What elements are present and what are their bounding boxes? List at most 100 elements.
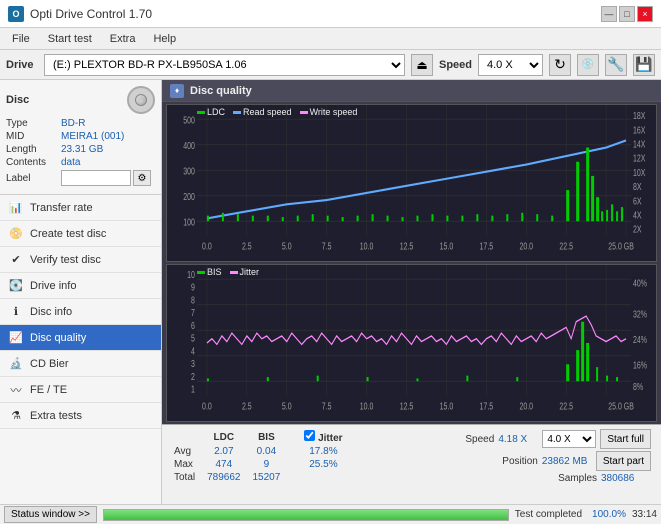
nav-disc-quality[interactable]: 📈 Disc quality [0,325,161,351]
menu-help[interactable]: Help [145,31,184,47]
stats-max-bis: 9 [247,458,287,471]
start-full-button[interactable]: Start full [600,429,651,449]
jitter-checkbox[interactable] [304,430,315,441]
disc-mid-value: MEIRA1 (001) [61,131,124,142]
stats-total-bis: 15207 [247,471,287,484]
stats-row-total: Total 789662 15207 [168,471,349,484]
ldc-legend-ldc: LDC [197,107,225,117]
stats-avg-bis: 0.04 [247,445,287,458]
minimize-button[interactable]: — [601,6,617,22]
eject-button[interactable]: ⏏ [411,54,433,76]
stats-header-jitter-label: Jitter [318,433,342,444]
svg-text:1: 1 [191,383,195,395]
stats-right-panel: Speed 4.18 X 4.0 X Start full Position 2… [465,429,655,484]
bis-legend-bis: BIS [197,267,222,277]
extra-tests-icon: ⚗ [8,408,24,424]
nav-cd-bier[interactable]: 🔬 CD Bier [0,351,161,377]
cd-bier-icon: 🔬 [8,356,24,372]
jitter-color-indicator [230,271,238,274]
stats-header-ldc: LDC [201,429,246,445]
window-controls: — □ × [601,6,653,22]
stats-header-bis: BIS [247,429,287,445]
svg-text:25.0 GB: 25.0 GB [608,240,634,252]
svg-text:8X: 8X [633,181,642,193]
svg-text:5.0: 5.0 [282,400,292,412]
menu-file[interactable]: File [4,31,38,47]
stats-panel: LDC BIS Jitter Avg 2.07 [162,424,661,504]
status-time: 33:14 [632,509,657,520]
svg-text:15.0: 15.0 [440,400,454,412]
disc-label-input[interactable] [61,170,131,186]
position-value: 23862 MB [542,456,592,467]
disc-info-panel: Disc Type BD-R MID MEIRA1 (001) Length 2… [0,80,161,195]
svg-text:10.0: 10.0 [360,240,374,252]
disc-label-label: Label [6,173,61,184]
disc-label-button[interactable]: ⚙ [133,170,151,186]
stats-max-jitter: 25.5% [298,458,348,471]
svg-text:4X: 4X [633,209,642,221]
charts-container: LDC Read speed Write speed [162,102,661,424]
nav-extra-tests[interactable]: ⚗ Extra tests [0,403,161,429]
svg-text:10.0: 10.0 [360,400,374,412]
ldc-legend: LDC Read speed Write speed [197,107,357,117]
start-part-button[interactable]: Start part [596,451,651,471]
svg-text:25.0 GB: 25.0 GB [608,400,634,412]
disc-button[interactable]: 💿 [577,54,599,76]
maximize-button[interactable]: □ [619,6,635,22]
disc-quality-icon: 📈 [8,330,24,346]
svg-text:2X: 2X [633,223,642,235]
nav-verify-test-disc[interactable]: ✔ Verify test disc [0,247,161,273]
stats-avg-ldc: 2.07 [201,445,246,458]
refresh-button[interactable]: ↻ [549,54,571,76]
transfer-rate-icon: 📊 [8,200,24,216]
nav-drive-info[interactable]: 💽 Drive info [0,273,161,299]
menu-extra[interactable]: Extra [102,31,144,47]
svg-text:100: 100 [183,216,195,228]
nav-transfer-rate[interactable]: 📊 Transfer rate [0,195,161,221]
svg-text:7.5: 7.5 [322,240,332,252]
bis-chart: BIS Jitter [166,264,657,422]
svg-text:8%: 8% [633,381,643,393]
speed-avg-value: 4.18 X [498,434,538,445]
svg-text:2: 2 [191,371,195,383]
menu-start-test[interactable]: Start test [40,31,100,47]
svg-text:7.5: 7.5 [322,400,332,412]
disc-icon [127,86,155,114]
svg-text:12.5: 12.5 [400,400,414,412]
app-icon: O [8,6,24,22]
svg-text:24%: 24% [633,334,647,346]
close-button[interactable]: × [637,6,653,22]
bis-color-indicator [197,271,205,274]
svg-text:12X: 12X [633,152,646,164]
nav-create-test-disc[interactable]: 📀 Create test disc [0,221,161,247]
status-window-button[interactable]: Status window >> [4,506,97,523]
samples-value: 380686 [601,473,651,484]
speed-select[interactable]: 4.0 X [478,54,543,76]
write-speed-color-indicator [300,111,308,114]
svg-text:500: 500 [183,114,195,126]
settings-button[interactable]: 🔧 [605,54,627,76]
nav-fe-te[interactable]: 〰 FE / TE [0,377,161,403]
svg-text:22.5: 22.5 [559,400,573,412]
progress-bar-fill [104,510,508,520]
stats-header-sep [286,429,298,445]
disc-mid-row: MID MEIRA1 (001) [6,131,155,142]
svg-text:300: 300 [183,165,195,177]
svg-text:400: 400 [183,140,195,152]
position-row: Position 23862 MB Start part [465,451,651,471]
svg-text:15.0: 15.0 [440,240,454,252]
svg-text:8: 8 [191,294,195,306]
ldc-chart-svg: 500 400 300 200 100 18X 16X 14X 12X 10X … [167,105,656,261]
speed-label: Speed [465,434,494,445]
svg-text:2.5: 2.5 [242,400,252,412]
stats-header-jitter-check[interactable]: Jitter [298,429,348,445]
stats-max-ldc: 474 [201,458,246,471]
svg-text:10: 10 [187,269,195,281]
drive-select[interactable]: (E:) PLEXTOR BD-R PX-LB950SA 1.06 [44,54,405,76]
svg-text:10X: 10X [633,167,646,179]
svg-text:20.0: 20.0 [519,400,533,412]
save-button[interactable]: 💾 [633,54,655,76]
nav-disc-info[interactable]: ℹ Disc info [0,299,161,325]
status-bar: Status window >> Test completed 100.0% 3… [0,504,661,524]
speed-select-stats[interactable]: 4.0 X [542,430,596,448]
